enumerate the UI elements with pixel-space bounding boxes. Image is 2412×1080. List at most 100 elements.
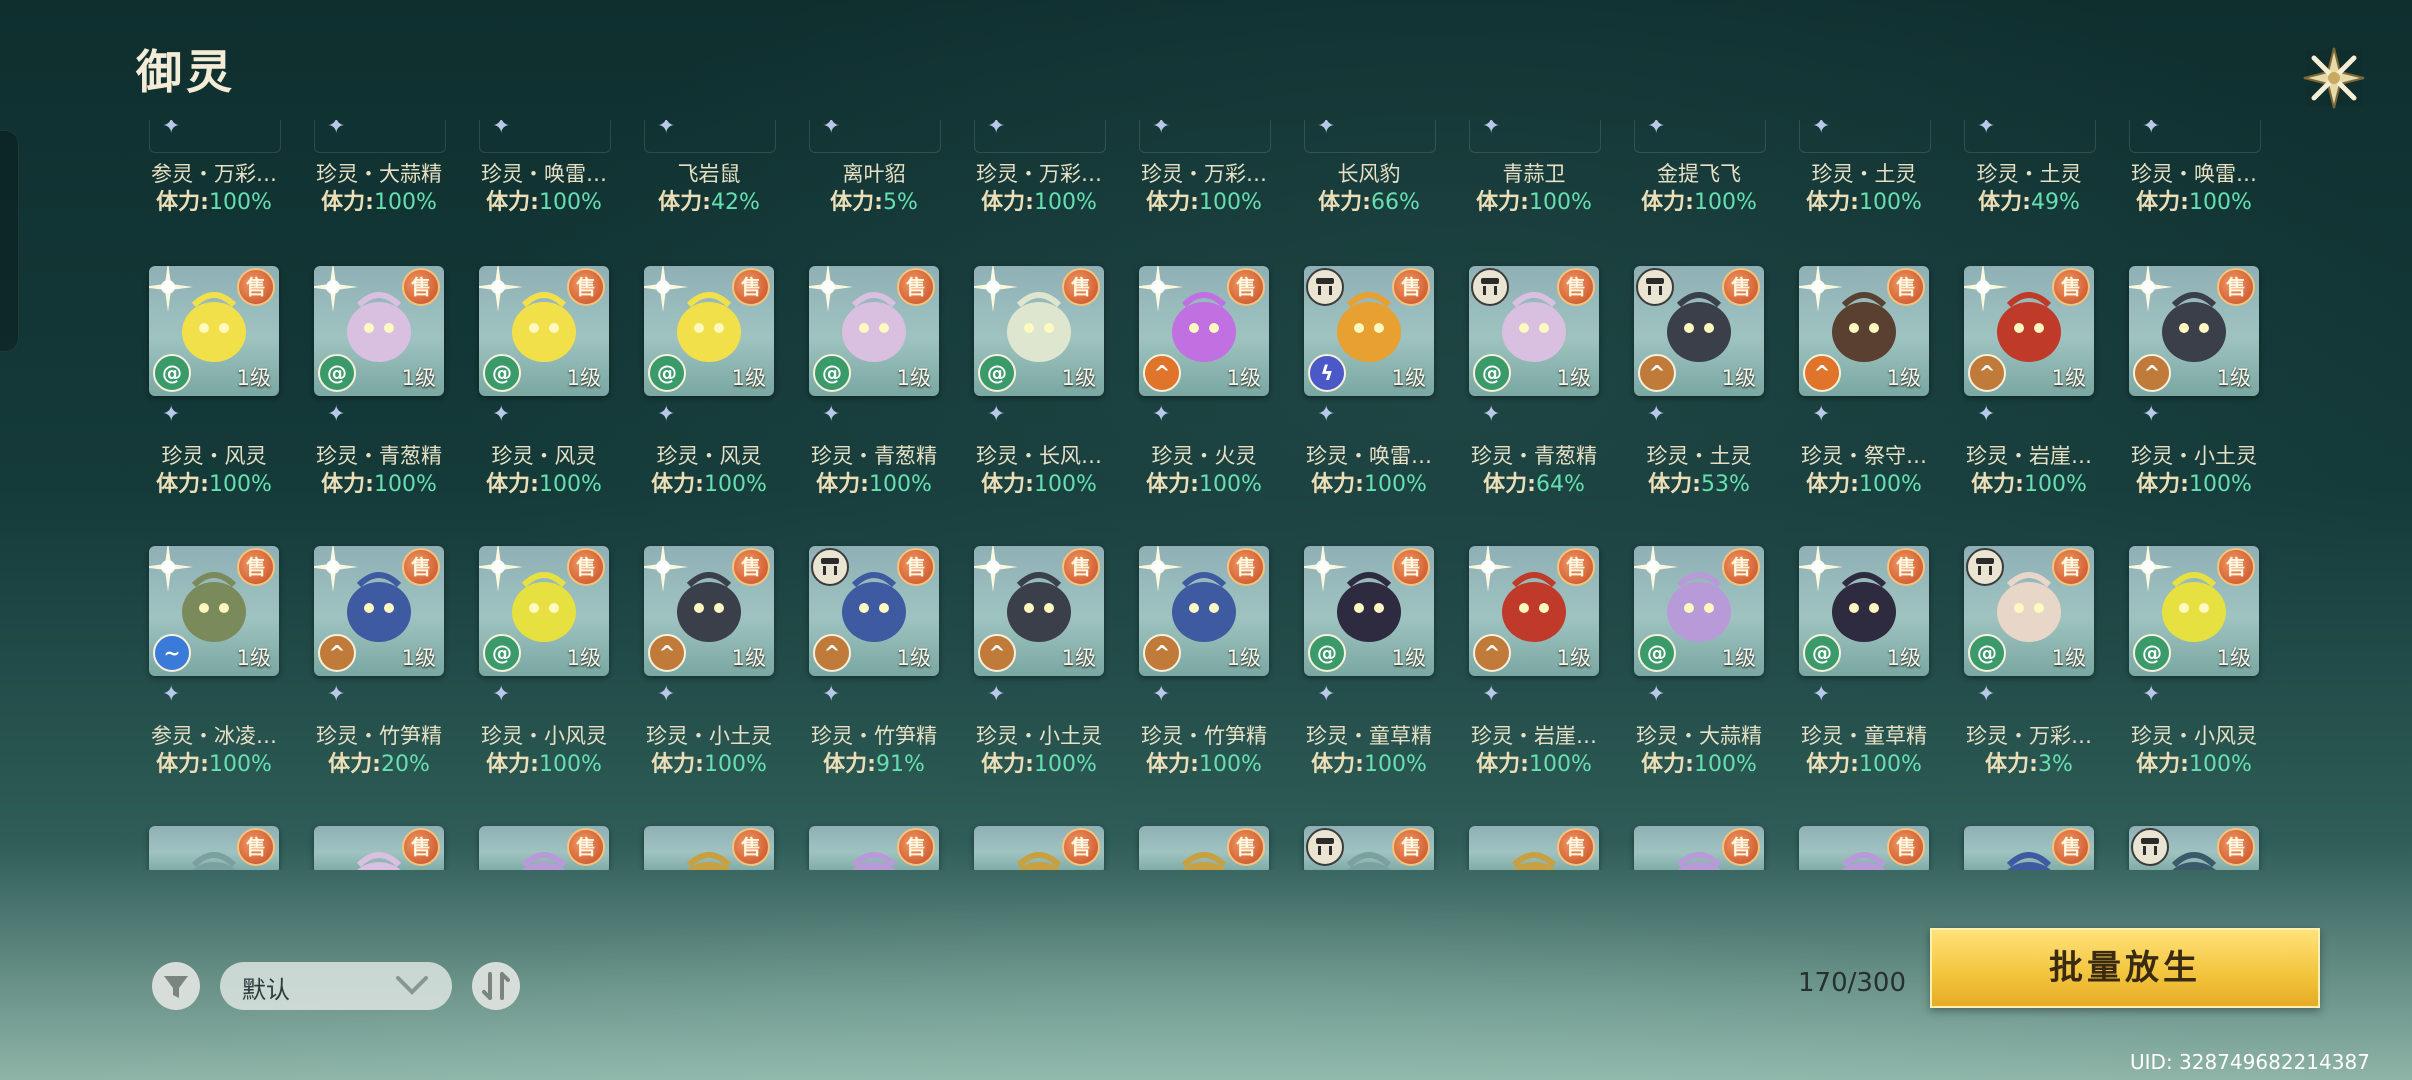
- star-icon: ✦: [1317, 402, 1336, 427]
- sell-badge[interactable]: 售: [567, 828, 605, 866]
- sell-badge[interactable]: 售: [2052, 548, 2090, 586]
- spirit-name: 参灵・万彩…: [151, 162, 277, 186]
- sell-badge[interactable]: 售: [2217, 268, 2255, 306]
- sell-badge[interactable]: 售: [897, 268, 935, 306]
- sell-badge[interactable]: 售: [1887, 548, 1925, 586]
- spirit-info: 珍灵・竹笋精 体力:91%: [800, 722, 948, 780]
- spirit-card[interactable]: 售: [1139, 826, 1269, 870]
- spirit-card[interactable]: 售 @1级: [809, 266, 939, 396]
- sell-badge[interactable]: 售: [1227, 268, 1265, 306]
- sell-badge[interactable]: 售: [897, 828, 935, 866]
- sell-badge[interactable]: 售: [1887, 268, 1925, 306]
- spirit-card[interactable]: 售 @1级: [644, 266, 774, 396]
- spirit-card[interactable]: 售: [809, 826, 939, 870]
- spirit-card[interactable]: 售 @1级: [1304, 546, 1434, 676]
- close-icon[interactable]: [2300, 44, 2368, 112]
- spirit-card[interactable]: 售 ^ 1级: [974, 546, 1104, 676]
- level-label: 1级: [1886, 366, 1921, 390]
- sell-badge[interactable]: 售: [1392, 548, 1430, 586]
- sort-order-button[interactable]: [472, 962, 520, 1010]
- spirit-card[interactable]: 售 ^ 1级: [1799, 266, 1929, 396]
- sell-badge[interactable]: 售: [732, 548, 770, 586]
- sell-badge[interactable]: 售: [567, 268, 605, 306]
- sell-badge[interactable]: 售: [732, 268, 770, 306]
- spirit-card[interactable]: 售: [314, 826, 444, 870]
- spirit-card[interactable]: 售: [2129, 826, 2259, 870]
- spirit-card[interactable]: 售 @1级: [149, 266, 279, 396]
- sell-badge[interactable]: 售: [1062, 268, 1100, 306]
- sell-badge[interactable]: 售: [402, 548, 440, 586]
- spirit-card[interactable]: 售 ^ 1级: [1139, 266, 1269, 396]
- spirit-card[interactable]: 售 @1级: [479, 266, 609, 396]
- sell-badge[interactable]: 售: [1227, 548, 1265, 586]
- sell-badge[interactable]: 售: [1722, 828, 1760, 866]
- spirit-card[interactable]: 售 @1级: [479, 546, 609, 676]
- spirit-card[interactable]: 售 ^ 1级: [1139, 546, 1269, 676]
- spirit-card[interactable]: 售 ^ 1级: [2129, 266, 2259, 396]
- spirit-card[interactable]: 售 ^ 1级: [809, 546, 939, 676]
- sell-badge[interactable]: 售: [567, 548, 605, 586]
- sell-badge[interactable]: 售: [2217, 548, 2255, 586]
- sparkle-icon: [1799, 546, 1843, 592]
- spirit-name: 珍灵・土灵: [1976, 162, 2082, 186]
- spirit-card[interactable]: 售 @1级: [974, 266, 1104, 396]
- spirit-card[interactable]: 售 @1级: [1799, 546, 1929, 676]
- sell-badge[interactable]: 售: [1887, 828, 1925, 866]
- sell-badge[interactable]: 售: [2217, 828, 2255, 866]
- spirit-info: 金提飞飞 体力:100%: [1625, 160, 1773, 218]
- spirit-card[interactable]: 售 ^ 1级: [314, 546, 444, 676]
- sell-badge[interactable]: 售: [1062, 828, 1100, 866]
- spirit-info: 珍灵・万彩… 体力:100%: [1130, 160, 1278, 218]
- sell-badge[interactable]: 售: [1722, 268, 1760, 306]
- spirit-card[interactable]: 售: [1304, 826, 1434, 870]
- spirit-card[interactable]: 售 @1级: [2129, 546, 2259, 676]
- spirit-card[interactable]: 售 @1级: [1469, 266, 1599, 396]
- sell-badge[interactable]: 售: [402, 268, 440, 306]
- spirit-card[interactable]: 售 ^ 1级: [1634, 266, 1764, 396]
- spirit-card[interactable]: 售 ϟ 1级: [1304, 266, 1434, 396]
- level-label: 1级: [2216, 646, 2251, 670]
- spirit-card[interactable]: 售: [1634, 826, 1764, 870]
- spirit-grid[interactable]: ✦ 参灵・万彩… 体力:100% ✦ 珍灵・大蒜精 体力:100% ✦ 珍灵・唤雷… 体力:10…: [140, 120, 2300, 870]
- sell-badge[interactable]: 售: [1557, 548, 1595, 586]
- spirit-card[interactable]: 售: [644, 826, 774, 870]
- sell-badge[interactable]: 售: [1227, 828, 1265, 866]
- sell-badge[interactable]: 售: [732, 828, 770, 866]
- sell-badge[interactable]: 售: [2052, 268, 2090, 306]
- spirit-card[interactable]: 售 @1级: [1964, 546, 2094, 676]
- spirit-name: 珍灵・小风灵: [481, 724, 607, 748]
- sell-badge[interactable]: 售: [1392, 268, 1430, 306]
- spirit-card[interactable]: 售: [1469, 826, 1599, 870]
- spirit-card[interactable]: 售 @1级: [1634, 546, 1764, 676]
- spirit-card[interactable]: 售: [974, 826, 1104, 870]
- spirit-card[interactable]: 售 ^ 1级: [1469, 546, 1599, 676]
- stamina-value: 100%: [208, 752, 272, 777]
- sell-badge[interactable]: 售: [237, 548, 275, 586]
- side-drawer-handle[interactable]: [0, 130, 19, 352]
- sell-badge[interactable]: 售: [1557, 268, 1595, 306]
- star-icon: ✦: [1647, 682, 1666, 707]
- spirit-card[interactable]: 售 ^ 1级: [644, 546, 774, 676]
- stamina-line: 体力:100%: [470, 188, 618, 218]
- sell-badge[interactable]: 售: [1557, 828, 1595, 866]
- filter-button[interactable]: [152, 962, 200, 1010]
- spirit-card[interactable]: 售 @1级: [314, 266, 444, 396]
- sell-badge[interactable]: 售: [1722, 548, 1760, 586]
- sort-dropdown[interactable]: 默认: [220, 962, 452, 1010]
- sell-badge[interactable]: 售: [237, 268, 275, 306]
- spirit-card[interactable]: 售 ^ 1级: [1964, 266, 2094, 396]
- lock-icon: [1471, 268, 1509, 306]
- sell-badge[interactable]: 售: [1392, 828, 1430, 866]
- spirit-card[interactable]: 售: [1964, 826, 2094, 870]
- sell-badge[interactable]: 售: [2052, 828, 2090, 866]
- spirit-card[interactable]: 售 ~1级: [149, 546, 279, 676]
- sell-badge[interactable]: 售: [1062, 548, 1100, 586]
- spirit-card[interactable]: 售: [479, 826, 609, 870]
- sell-badge[interactable]: 售: [897, 548, 935, 586]
- batch-release-button[interactable]: 批量放生: [1930, 928, 2320, 1008]
- sell-badge[interactable]: 售: [402, 828, 440, 866]
- spirit-card[interactable]: 售: [149, 826, 279, 870]
- spirit-card[interactable]: 售: [1799, 826, 1929, 870]
- sparkle-icon: [2129, 546, 2173, 592]
- sell-badge[interactable]: 售: [237, 828, 275, 866]
